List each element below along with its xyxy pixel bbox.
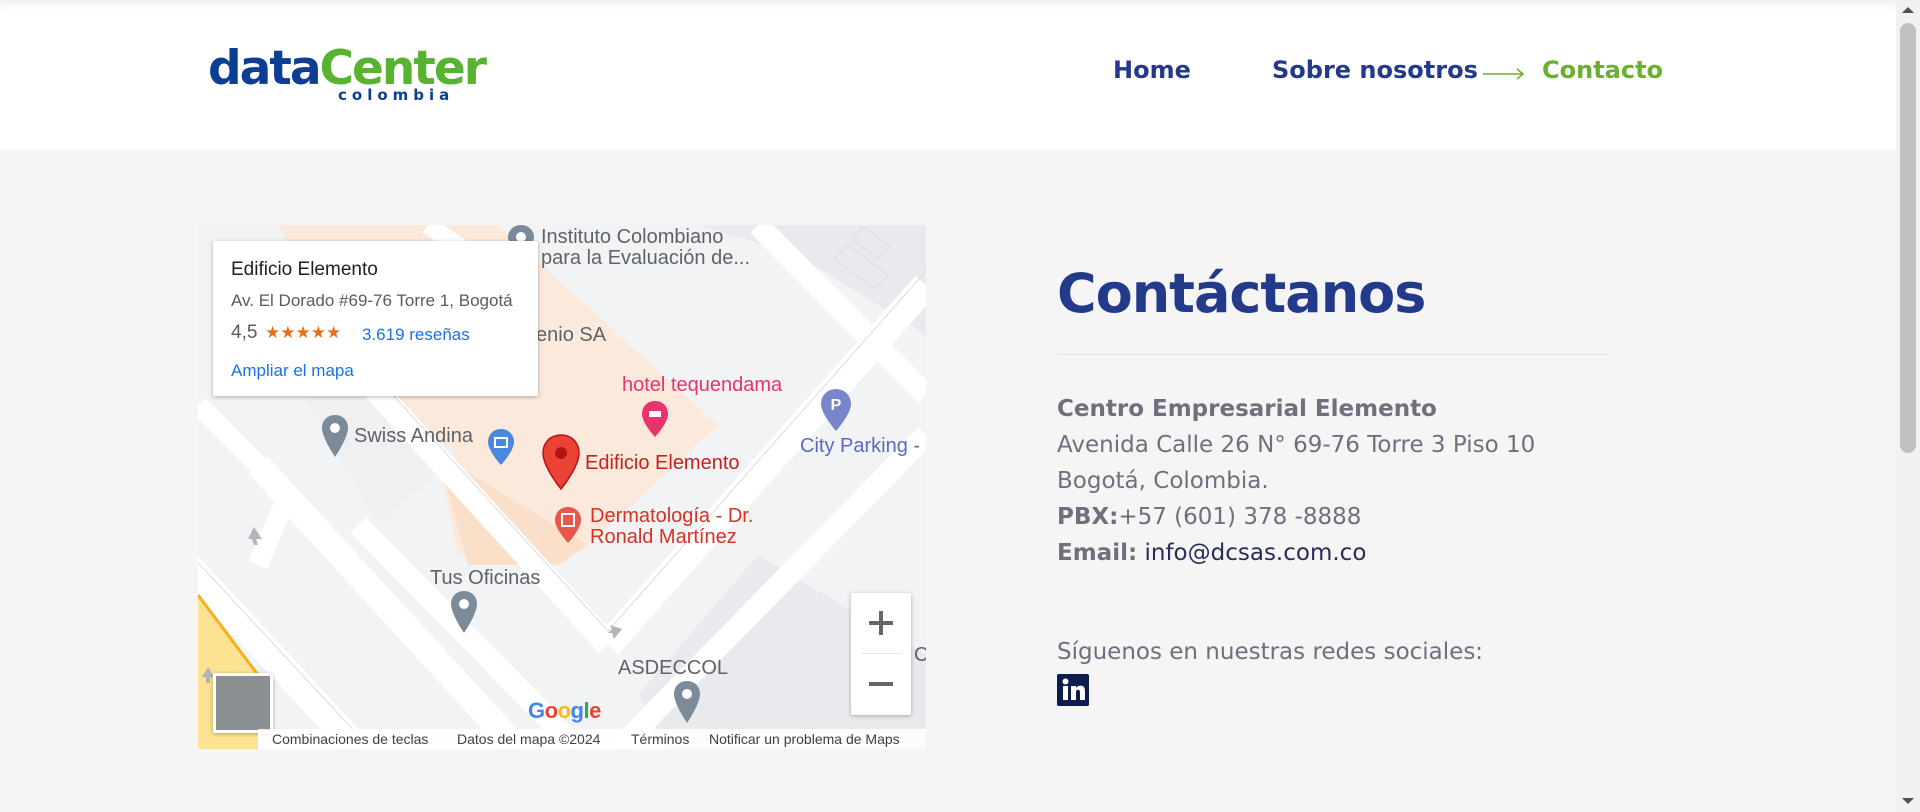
place-address: Av. El Dorado #69-76 Torre 1, Bogotá — [231, 291, 513, 310]
place-name: Edificio Elemento — [231, 259, 378, 280]
contact-title: Contáctanos — [1057, 262, 1426, 325]
store-pin-icon[interactable] — [486, 427, 516, 469]
edificio-elemento-marker-icon[interactable] — [541, 433, 581, 493]
nav-arrow-icon — [1483, 68, 1525, 80]
map-label-derma-2: Ronald Martínez — [590, 526, 737, 548]
nav-contact[interactable]: Contacto — [1542, 56, 1663, 84]
address-line-1: Avenida Calle 26 N° 69-76 Torre 3 Piso 1… — [1057, 432, 1536, 458]
zoom-in-button[interactable] — [851, 593, 911, 653]
map-data-text: Datos del mapa ©2024 — [457, 731, 601, 747]
google-logo: Google — [528, 698, 601, 723]
satellite-toggle-button[interactable] — [213, 673, 273, 733]
asdeccol-pin-icon[interactable] — [672, 679, 702, 727]
report-problem-link[interactable]: Notificar un problema de Maps — [709, 731, 900, 747]
map-label-asdeccol: ASDECCOL — [618, 657, 729, 679]
scroll-up-icon[interactable] — [1902, 7, 1914, 13]
zoom-out-button[interactable] — [851, 654, 911, 714]
google-map[interactable]: Instituto Colombiano para la Evaluación … — [198, 225, 926, 749]
map-label-swiss: Swiss Andina — [354, 425, 473, 447]
map-label-derma-1: Dermatología - Dr. — [590, 505, 754, 527]
title-divider — [1057, 354, 1609, 355]
map-label-city-parking: City Parking - — [800, 435, 921, 457]
pbx-line: PBX:+57 (601) 378 -8888 — [1057, 504, 1362, 530]
medical-pin-icon[interactable] — [553, 505, 583, 547]
social-title: Síguenos en nuestras redes sociales: — [1057, 639, 1484, 665]
zoom-controls — [851, 593, 911, 715]
terms-link[interactable]: Términos — [631, 731, 689, 747]
map-footer: Combinaciones de teclas Datos del mapa ©… — [258, 729, 926, 749]
address-line-2: Bogotá, Colombia. — [1057, 468, 1269, 494]
site-header: dataCenter colombia Home Sobre nosotros … — [0, 0, 1896, 150]
map-label-hotel: hotel tequendama — [622, 374, 783, 396]
svg-text:P: P — [831, 397, 842, 414]
map-label-instituto: Instituto Colombiano — [541, 226, 724, 248]
swiss-andina-pin-icon[interactable] — [320, 413, 350, 461]
map-label-instituto-2: para la Evaluación de... — [541, 247, 751, 269]
map-label-tus-oficinas: Tus Oficinas — [430, 567, 541, 589]
keyboard-shortcuts-link[interactable]: Combinaciones de teclas — [272, 731, 428, 747]
parking-pin-icon[interactable]: P — [819, 387, 853, 435]
map-label-enio: enio SA — [536, 324, 607, 346]
place-rating: 4,5 — [231, 322, 258, 343]
main-nav: Home Sobre nosotros Contacto — [0, 56, 1896, 96]
scroll-down-icon[interactable] — [1902, 798, 1914, 804]
linkedin-icon[interactable] — [1057, 674, 1089, 706]
tus-oficinas-pin-icon[interactable] — [449, 589, 479, 637]
nav-home[interactable]: Home — [1113, 56, 1191, 84]
enlarge-map-link[interactable]: Ampliar el mapa — [231, 361, 354, 381]
nav-about[interactable]: Sobre nosotros — [1272, 56, 1478, 84]
scrollbar-thumb[interactable] — [1900, 23, 1916, 453]
map-label-edificio: Edificio Elemento — [585, 452, 740, 474]
reviews-link[interactable]: 3.619 reseñas — [362, 325, 470, 345]
rating-stars-icon: ★★★★★ — [265, 323, 342, 342]
company-name: Centro Empresarial Elemento — [1057, 396, 1437, 422]
hotel-pin-icon[interactable] — [640, 399, 670, 441]
page-scrollbar[interactable] — [1896, 0, 1920, 812]
map-label-c: C — [914, 644, 926, 666]
email-link[interactable]: info@dcsas.com.co — [1144, 540, 1366, 566]
place-info-card: Edificio Elemento Av. El Dorado #69-76 T… — [213, 241, 538, 396]
email-line: Email: info@dcsas.com.co — [1057, 540, 1367, 566]
